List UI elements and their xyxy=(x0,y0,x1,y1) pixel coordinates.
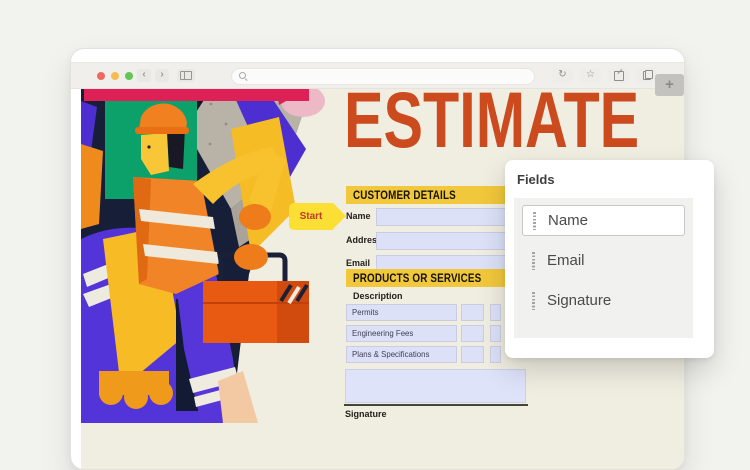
description-label: Description xyxy=(353,291,403,301)
product-row-description[interactable]: Permits xyxy=(346,304,457,321)
signature-line xyxy=(344,404,528,406)
tabs-button[interactable] xyxy=(636,68,657,83)
traffic-lights xyxy=(97,72,133,80)
signature-field[interactable] xyxy=(345,369,526,403)
sidebar-icon xyxy=(180,71,192,80)
fields-list: Name Email Signature xyxy=(514,198,693,338)
start-tag-label: Start xyxy=(289,203,333,230)
signature-label: Signature xyxy=(345,409,387,419)
bookmark-button[interactable]: ☆ xyxy=(580,68,601,83)
email-label: Email xyxy=(346,258,370,268)
zoom-button[interactable] xyxy=(125,72,133,80)
field-item-signature[interactable]: Signature xyxy=(522,285,685,316)
field-item-label: Name xyxy=(548,212,588,229)
back-button[interactable]: ‹ xyxy=(137,69,151,82)
search-icon xyxy=(239,72,248,81)
worker-illustration xyxy=(81,89,337,423)
start-tag[interactable]: Start xyxy=(289,203,346,230)
new-tab-button[interactable]: + xyxy=(655,74,684,96)
start-tag-arrow-icon xyxy=(333,203,346,229)
drag-handle-icon[interactable] xyxy=(532,292,535,310)
close-button[interactable] xyxy=(97,72,105,80)
minimize-button[interactable] xyxy=(111,72,119,80)
product-row-description[interactable]: Plans & Specifications xyxy=(346,346,457,363)
sidebar-button[interactable] xyxy=(177,69,195,82)
refresh-button[interactable]: ↻ xyxy=(552,68,573,83)
product-row-price[interactable] xyxy=(490,304,501,321)
drag-handle-icon[interactable] xyxy=(532,252,535,270)
address-bar[interactable] xyxy=(231,68,535,85)
copy-icon xyxy=(643,71,651,80)
forward-button[interactable]: › xyxy=(155,69,169,82)
product-row-price[interactable] xyxy=(490,346,501,363)
document-title: ESTIMATE xyxy=(344,89,639,154)
product-row-price[interactable] xyxy=(490,325,501,342)
field-item-label: Signature xyxy=(547,292,611,309)
product-row-qty[interactable] xyxy=(461,325,484,342)
share-button[interactable] xyxy=(608,68,629,83)
fields-panel: Fields Name Email Signature xyxy=(505,160,714,358)
share-icon xyxy=(614,71,624,81)
field-item-email[interactable]: Email xyxy=(522,245,685,276)
field-item-name[interactable]: Name xyxy=(522,205,685,236)
product-row-description[interactable]: Engineering Fees xyxy=(346,325,457,342)
product-row-qty[interactable] xyxy=(461,346,484,363)
drag-handle-icon[interactable] xyxy=(533,212,536,230)
toolbox xyxy=(203,244,309,343)
name-label: Name xyxy=(346,211,371,221)
field-item-label: Email xyxy=(547,252,585,269)
product-row-qty[interactable] xyxy=(461,304,484,321)
fields-panel-title: Fields xyxy=(517,172,555,187)
browser-toolbar: ‹ › ↻ ☆ xyxy=(71,62,684,89)
